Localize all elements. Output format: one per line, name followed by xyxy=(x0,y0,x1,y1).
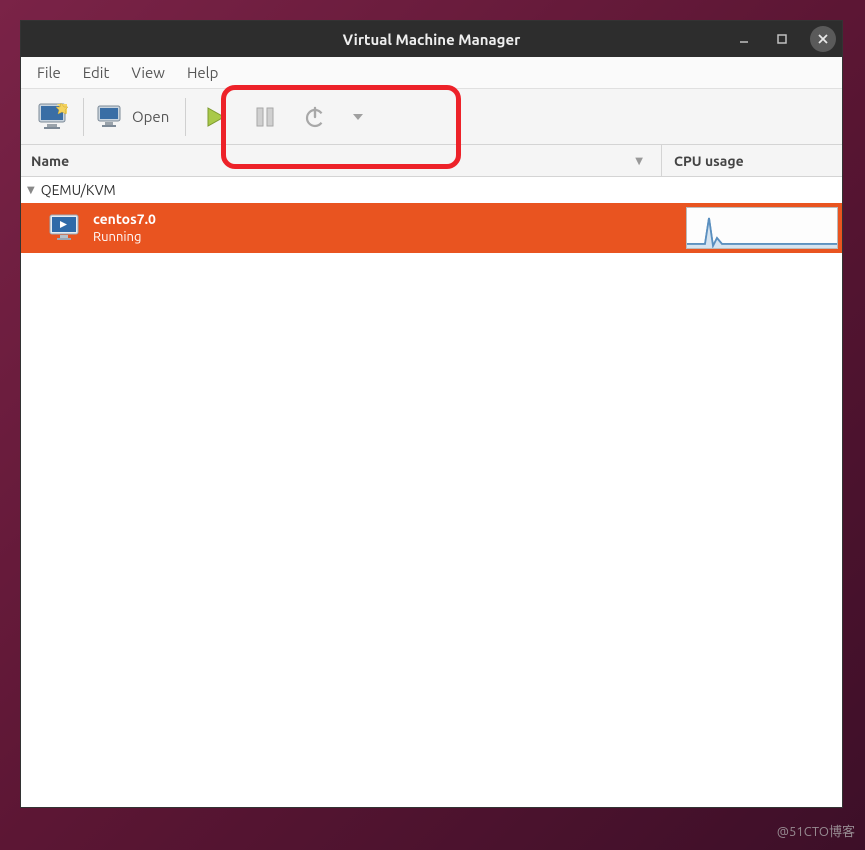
menu-view[interactable]: View xyxy=(121,60,175,85)
app-window: Virtual Machine Manager File Edit View H… xyxy=(20,20,843,808)
watermark: @51CTO博客 xyxy=(777,821,855,840)
maximize-button[interactable] xyxy=(772,29,792,49)
titlebar: Virtual Machine Manager xyxy=(21,21,842,57)
connection-row[interactable]: ▼ QEMU/KVM xyxy=(21,177,842,203)
vm-status: Running xyxy=(93,229,686,245)
menu-edit[interactable]: Edit xyxy=(73,60,120,85)
column-name-label: Name xyxy=(31,153,69,169)
pause-icon xyxy=(254,105,276,129)
new-vm-button[interactable] xyxy=(29,94,79,140)
toolbar-separator xyxy=(83,98,84,136)
toolbar: Open xyxy=(21,89,842,145)
vm-row[interactable]: centos7.0 Running xyxy=(21,203,842,253)
vm-info: centos7.0 Running xyxy=(93,211,686,245)
minimize-button[interactable] xyxy=(734,29,754,49)
open-button[interactable]: Open xyxy=(88,94,181,140)
play-icon xyxy=(202,104,228,130)
menu-file[interactable]: File xyxy=(27,60,71,85)
close-button[interactable] xyxy=(810,26,836,52)
power-icon xyxy=(303,105,327,129)
cpu-usage-graph xyxy=(686,207,838,249)
monitor-icon xyxy=(96,104,126,130)
vm-monitor-icon xyxy=(49,214,83,242)
maximize-icon xyxy=(776,33,788,45)
shutdown-menu-button[interactable] xyxy=(340,94,376,140)
vm-name: centos7.0 xyxy=(93,211,686,229)
column-header-cpu[interactable]: CPU usage xyxy=(662,153,842,169)
column-header-name[interactable]: Name ▼ xyxy=(21,145,662,176)
pause-button[interactable] xyxy=(240,94,290,140)
close-icon xyxy=(817,33,829,45)
menubar: File Edit View Help xyxy=(21,57,842,89)
shutdown-button[interactable] xyxy=(290,94,340,140)
monitor-new-icon xyxy=(37,102,71,132)
connection-label: QEMU/KVM xyxy=(41,182,116,198)
minimize-icon xyxy=(738,33,750,45)
window-controls xyxy=(734,26,836,52)
open-label: Open xyxy=(132,108,169,125)
toolbar-separator xyxy=(185,98,186,136)
column-cpu-label: CPU usage xyxy=(674,153,744,169)
sort-indicator-icon: ▼ xyxy=(635,155,643,167)
vm-list: ▼ QEMU/KVM centos7.0 Running xyxy=(21,177,842,807)
menu-help[interactable]: Help xyxy=(177,60,228,85)
column-headers: Name ▼ CPU usage xyxy=(21,145,842,177)
chevron-down-icon xyxy=(352,113,364,121)
window-title: Virtual Machine Manager xyxy=(343,31,521,48)
expand-arrow-icon[interactable]: ▼ xyxy=(27,184,35,196)
run-button[interactable] xyxy=(190,94,240,140)
